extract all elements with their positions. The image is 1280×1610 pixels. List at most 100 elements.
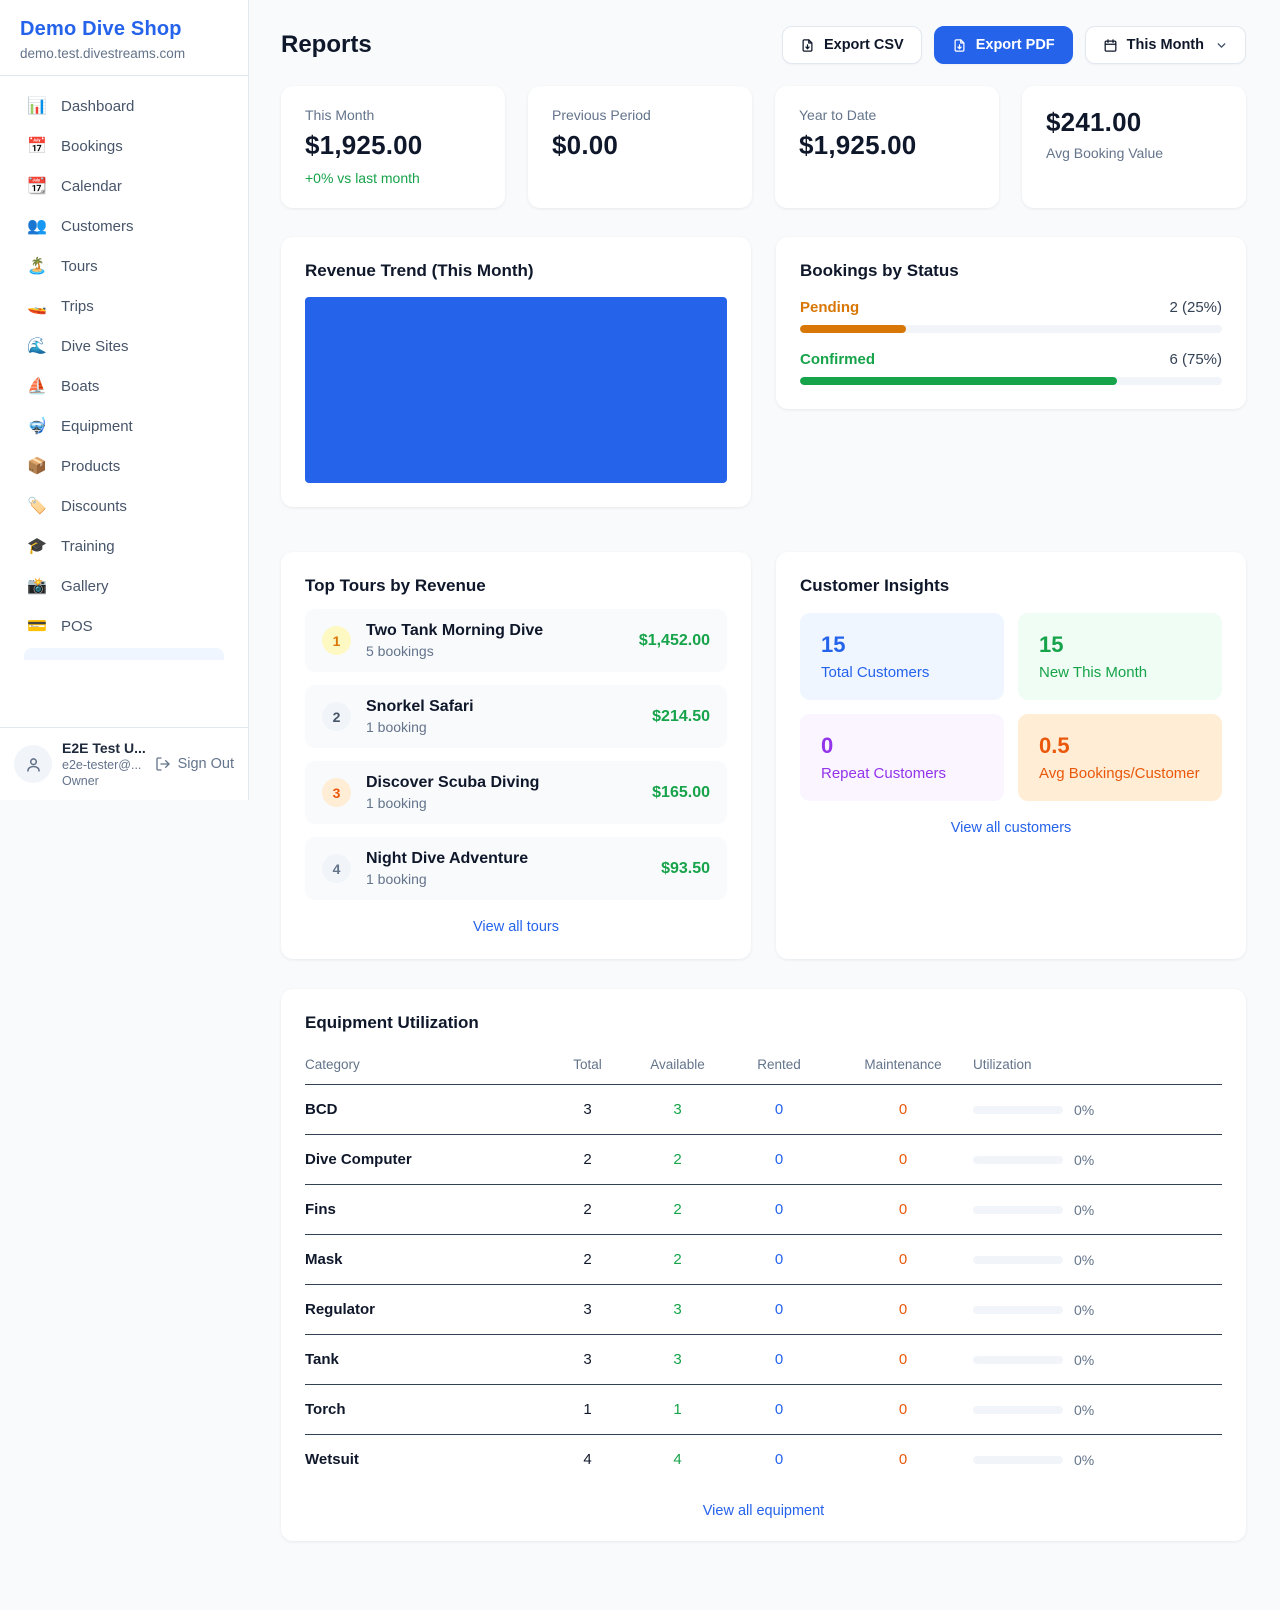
- user-email: e2e-tester@...: [62, 758, 145, 772]
- sidebar-item-label: Bookings: [61, 138, 123, 155]
- table-row: Tank 3 3 0 0 0%: [305, 1335, 1222, 1385]
- insight-label: Total Customers: [821, 664, 983, 681]
- utilization-bar: [973, 1356, 1063, 1364]
- cell-category: Fins: [305, 1185, 545, 1235]
- sidebar-item-label: Boats: [61, 378, 99, 395]
- mid-row: Top Tours by Revenue 1 Two Tank Morning …: [281, 552, 1246, 959]
- tour-bookings: 1 booking: [366, 871, 528, 887]
- cell-available: 3: [630, 1285, 725, 1335]
- sidebar-item-tours[interactable]: 🏝️ Tours: [12, 246, 236, 286]
- revenue-trend-panel: Revenue Trend (This Month): [281, 237, 751, 507]
- stat-value: $1,925.00: [305, 130, 481, 161]
- sidebar-item-bookings[interactable]: 📅 Bookings: [12, 126, 236, 166]
- tour-bookings: 1 booking: [366, 719, 474, 735]
- sidebar-item-dashboard[interactable]: 📊 Dashboard: [12, 86, 236, 126]
- export-pdf-button[interactable]: Export PDF: [934, 26, 1073, 64]
- cell-maintenance: 0: [833, 1085, 973, 1135]
- sidebar-item-gallery[interactable]: 📸 Gallery: [12, 566, 236, 606]
- cell-category: Torch: [305, 1385, 545, 1435]
- cell-available: 2: [630, 1135, 725, 1185]
- gallery-icon: 📸: [26, 576, 48, 596]
- charts-row: Revenue Trend (This Month) Bookings by S…: [281, 237, 1246, 507]
- utilization-bar: [973, 1456, 1063, 1464]
- cell-available: 2: [630, 1185, 725, 1235]
- status-bar-track: [800, 377, 1222, 385]
- sidebar-item-label: Calendar: [61, 178, 122, 195]
- revenue-trend-title: Revenue Trend (This Month): [305, 261, 727, 281]
- top-tours-panel: Top Tours by Revenue 1 Two Tank Morning …: [281, 552, 751, 959]
- export-pdf-label: Export PDF: [976, 37, 1055, 53]
- table-row: Regulator 3 3 0 0 0%: [305, 1285, 1222, 1335]
- period-select[interactable]: This Month: [1085, 26, 1246, 64]
- column-header-utilization: Utilization: [973, 1049, 1222, 1085]
- export-csv-button[interactable]: Export CSV: [782, 26, 922, 64]
- stat-label: Year to Date: [799, 107, 975, 123]
- cell-maintenance: 0: [833, 1135, 973, 1185]
- insight-label: Avg Bookings/Customer: [1039, 765, 1201, 782]
- stat-card-avg-booking-value: $241.00 Avg Booking Value: [1022, 86, 1246, 208]
- user-info: E2E Test U... e2e-tester@... Owner: [62, 740, 145, 788]
- cell-maintenance: 0: [833, 1185, 973, 1235]
- rank-badge: 3: [322, 778, 351, 807]
- tour-name: Snorkel Safari: [366, 698, 474, 716]
- equipment-table: Category Total Available Rented Maintena…: [305, 1049, 1222, 1484]
- table-row: Torch 1 1 0 0 0%: [305, 1385, 1222, 1435]
- insight-tile-new-this-month: 15 New This Month: [1018, 613, 1222, 700]
- cell-category: Wetsuit: [305, 1435, 545, 1485]
- cell-rented: 0: [725, 1285, 833, 1335]
- view-all-equipment-link[interactable]: View all equipment: [305, 1503, 1222, 1519]
- insight-tile-avg-bookings: 0.5 Avg Bookings/Customer: [1018, 714, 1222, 801]
- column-header-available: Available: [630, 1049, 725, 1085]
- cell-utilization: 0%: [973, 1285, 1222, 1335]
- sidebar-item-reports-partial[interactable]: [24, 648, 224, 660]
- utilization-bar: [973, 1106, 1063, 1114]
- column-header-maintenance: Maintenance: [833, 1049, 973, 1085]
- table-row: BCD 3 3 0 0 0%: [305, 1085, 1222, 1135]
- calendar-icon: [1103, 38, 1118, 53]
- dashboard-icon: 📊: [26, 96, 48, 116]
- sign-out-button[interactable]: Sign Out: [155, 756, 234, 772]
- sidebar-item-customers[interactable]: 👥 Customers: [12, 206, 236, 246]
- cell-utilization: 0%: [973, 1135, 1222, 1185]
- sidebar-item-dive-sites[interactable]: 🌊 Dive Sites: [12, 326, 236, 366]
- sidebar-item-discounts[interactable]: 🏷️ Discounts: [12, 486, 236, 526]
- cell-total: 3: [545, 1085, 630, 1135]
- sidebar-nav: 📊 Dashboard 📅 Bookings 📆 Calendar 👥 Cust…: [0, 76, 248, 727]
- sidebar-item-trips[interactable]: 🚤 Trips: [12, 286, 236, 326]
- training-icon: 🎓: [26, 536, 48, 556]
- app-layout: Demo Dive Shop demo.test.divestreams.com…: [0, 0, 1280, 1541]
- dive-sites-icon: 🌊: [26, 336, 48, 356]
- stat-card-year-to-date: Year to Date $1,925.00: [775, 86, 999, 208]
- cell-rented: 0: [725, 1235, 833, 1285]
- user-role: Owner: [62, 774, 145, 788]
- table-row: Fins 2 2 0 0 0%: [305, 1185, 1222, 1235]
- sidebar-item-label: Customers: [61, 218, 134, 235]
- status-row-confirmed: Confirmed 6 (75%): [800, 351, 1222, 385]
- sidebar: Demo Dive Shop demo.test.divestreams.com…: [0, 0, 249, 800]
- cell-available: 4: [630, 1435, 725, 1485]
- cell-category: Tank: [305, 1335, 545, 1385]
- tour-revenue: $165.00: [652, 784, 710, 802]
- cell-category: Regulator: [305, 1285, 545, 1335]
- cell-maintenance: 0: [833, 1385, 973, 1435]
- cell-utilization: 0%: [973, 1235, 1222, 1285]
- sidebar-item-label: POS: [61, 618, 93, 635]
- sidebar-item-training[interactable]: 🎓 Training: [12, 526, 236, 566]
- utilization-bar: [973, 1256, 1063, 1264]
- view-all-tours-link[interactable]: View all tours: [305, 919, 727, 935]
- cell-utilization: 0%: [973, 1435, 1222, 1485]
- column-header-category: Category: [305, 1049, 545, 1085]
- table-header-row: Category Total Available Rented Maintena…: [305, 1049, 1222, 1085]
- cell-total: 2: [545, 1135, 630, 1185]
- sidebar-item-boats[interactable]: ⛵ Boats: [12, 366, 236, 406]
- sidebar-item-calendar[interactable]: 📆 Calendar: [12, 166, 236, 206]
- sidebar-item-equipment[interactable]: 🤿 Equipment: [12, 406, 236, 446]
- sidebar-item-products[interactable]: 📦 Products: [12, 446, 236, 486]
- view-all-customers-link[interactable]: View all customers: [800, 820, 1222, 836]
- cell-total: 2: [545, 1235, 630, 1285]
- tour-row: 3 Discover Scuba Diving 1 booking $165.0…: [305, 761, 727, 824]
- cell-rented: 0: [725, 1135, 833, 1185]
- cell-available: 2: [630, 1235, 725, 1285]
- equipment-icon: 🤿: [26, 416, 48, 436]
- sidebar-item-pos[interactable]: 💳 POS: [12, 606, 236, 646]
